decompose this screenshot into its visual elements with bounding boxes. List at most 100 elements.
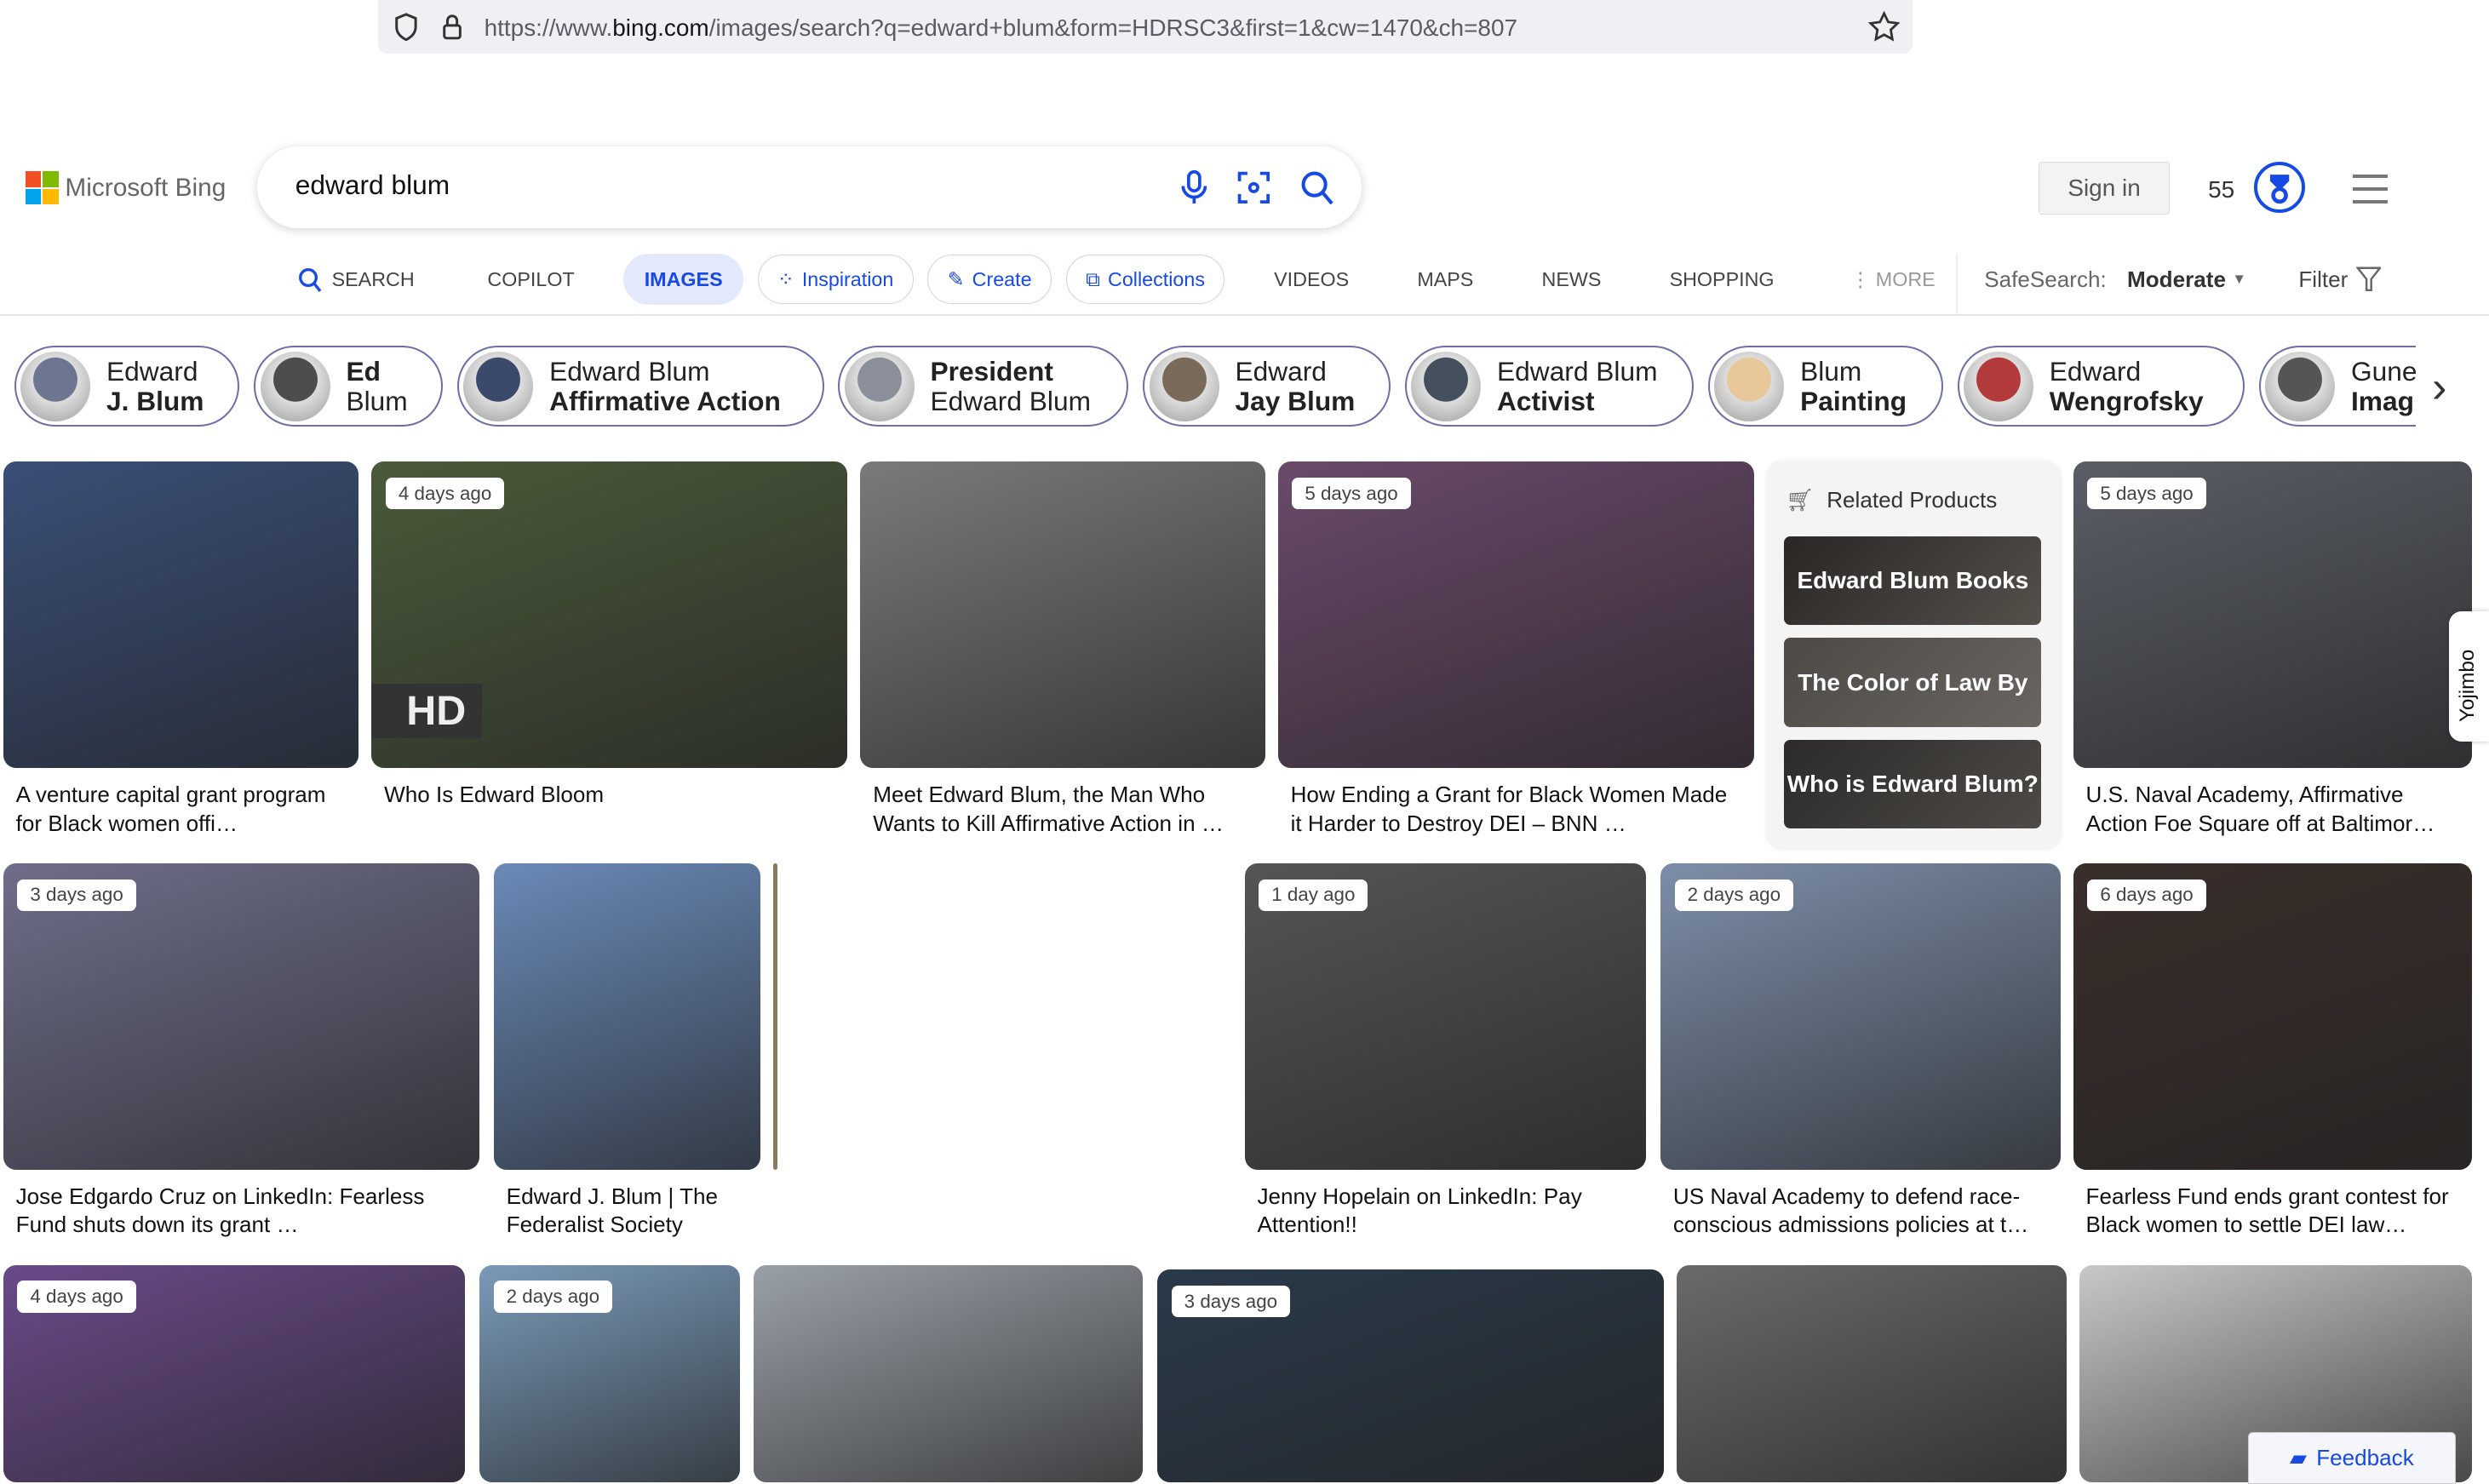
tab-images[interactable]: IMAGES — [623, 254, 743, 305]
chip-label-line2: Jay Blum — [1235, 387, 1355, 416]
create-icon: ✎ — [948, 268, 965, 291]
nav-divider — [1956, 254, 1958, 314]
image-caption[interactable]: Jenny Hopelain on LinkedIn: Pay Attentio… — [1257, 1183, 1633, 1240]
image-result[interactable] — [494, 863, 760, 1170]
inspiration-label: Inspiration — [802, 268, 894, 291]
more-label: MORE — [1876, 268, 1936, 290]
url-path: /images/search?q=edward+blum&form=HDRSC3… — [709, 14, 1517, 41]
visual-search-icon[interactable] — [1235, 169, 1273, 207]
more-menu[interactable]: ⋮ MORE — [1850, 268, 1936, 291]
image-result[interactable] — [860, 461, 1265, 768]
bing-logo[interactable]: Microsoft Bing — [26, 171, 226, 204]
image-result[interactable]: 5 days ago — [1278, 461, 1754, 768]
search-input[interactable] — [292, 169, 1124, 203]
image-result[interactable] — [754, 1265, 1143, 1482]
tab-copilot[interactable]: COPILOT — [487, 268, 574, 291]
related-search-chip[interactable]: EdBlum — [254, 346, 443, 427]
image-result[interactable]: 3 days ago — [3, 863, 479, 1170]
related-search-chip[interactable]: EdwardJ. Blum — [14, 346, 240, 427]
image-result[interactable] — [1677, 1265, 2067, 1482]
chip-label: PresidentEdward Blum — [931, 357, 1091, 417]
header-divider — [0, 314, 2489, 316]
feedback-icon: ▰ — [2290, 1445, 2307, 1471]
image-result[interactable] — [773, 863, 778, 1170]
chip-label: Edward BlumAffirmative Action — [549, 357, 781, 417]
date-badge: 4 days ago — [386, 478, 504, 509]
rewards-medal-icon[interactable] — [2254, 162, 2305, 213]
tab-shopping[interactable]: SHOPPING — [1670, 268, 1775, 291]
feedback-button[interactable]: ▰Feedback — [2248, 1432, 2456, 1484]
image-caption[interactable]: US Naval Academy to defend race-consciou… — [1673, 1183, 2048, 1240]
image-caption[interactable]: Jose Edgardo Cruz on LinkedIn: Fearless … — [16, 1183, 467, 1240]
logo-text: Microsoft Bing — [65, 174, 226, 203]
related-product-item[interactable]: Edward Blum Books — [1784, 536, 2041, 625]
chip-label-line1: Blum — [1800, 357, 1907, 387]
search-icon[interactable] — [1299, 169, 1337, 207]
filter-button[interactable]: Filter — [2298, 254, 2381, 305]
inspiration-button[interactable]: ⁘Inspiration — [758, 255, 914, 304]
related-search-chip[interactable]: PresidentEdward Blum — [838, 346, 1128, 427]
filter-label: Filter — [2298, 266, 2348, 293]
image-caption[interactable]: Fearless Fund ends grant contest for Bla… — [2086, 1183, 2459, 1240]
chip-label-line2: Activist — [1497, 387, 1657, 416]
image-result[interactable]: 3 days ago — [1157, 1269, 1664, 1482]
tab-search[interactable]: SEARCH — [297, 266, 415, 292]
sign-in-button[interactable]: Sign in — [2039, 162, 2171, 215]
chip-thumbnail — [1411, 352, 1481, 421]
safesearch-dropdown[interactable]: SafeSearch: Moderate ▼ — [1984, 254, 2246, 305]
lock-icon[interactable] — [441, 13, 463, 49]
related-search-chip[interactable]: Edward BlumAffirmative Action — [457, 346, 824, 427]
chip-label: BlumPainting — [1800, 357, 1907, 417]
url-text[interactable]: https://www.bing.com/images/search?q=edw… — [485, 14, 1517, 42]
tab-news[interactable]: NEWS — [1542, 268, 1602, 291]
chip-label: EdwardWengrofsky — [2050, 357, 2204, 417]
image-result[interactable]: 2 days ago — [1660, 863, 2061, 1170]
filter-funnel-icon — [2356, 265, 2382, 294]
hamburger-menu-icon[interactable] — [2353, 175, 2388, 213]
search-box[interactable] — [257, 146, 1362, 229]
chip-label-line2: Painting — [1800, 387, 1907, 416]
image-caption[interactable]: Meet Edward Blum, the Man Who Wants to K… — [873, 781, 1253, 838]
microphone-icon[interactable] — [1175, 169, 1213, 207]
rewards-points[interactable]: 55 — [2208, 176, 2234, 203]
chip-label-line2: J. Blum — [106, 387, 204, 416]
related-search-chip[interactable]: GuneImag — [2259, 346, 2417, 427]
chip-thumbnail — [463, 352, 533, 421]
chip-label: EdBlum — [347, 357, 408, 417]
related-search-chip[interactable]: Edward BlumActivist — [1405, 346, 1694, 427]
shield-icon[interactable] — [393, 13, 419, 49]
related-product-item[interactable]: Who is Edward Blum? — [1784, 740, 2041, 828]
image-result[interactable]: 2 days ago — [479, 1265, 740, 1482]
image-result[interactable]: 6 days ago — [2073, 863, 2472, 1170]
date-badge: 2 days ago — [494, 1281, 612, 1312]
related-search-chip[interactable]: EdwardJay Blum — [1143, 346, 1391, 427]
related-search-chip[interactable]: EdwardWengrofsky — [1958, 346, 2245, 427]
image-result[interactable] — [3, 461, 359, 768]
tab-videos[interactable]: VIDEOS — [1274, 268, 1349, 291]
image-result[interactable]: 5 days ago — [2073, 461, 2472, 768]
carousel-next-chevron-icon[interactable]: › — [2432, 362, 2446, 413]
image-caption[interactable]: Who Is Edward Bloom — [384, 781, 834, 810]
image-caption[interactable]: U.S. Naval Academy, Affirmative Action F… — [2086, 781, 2459, 838]
date-badge: 3 days ago — [17, 880, 135, 911]
tab-maps[interactable]: MAPS — [1417, 268, 1473, 291]
image-caption[interactable]: A venture capital grant program for Blac… — [16, 781, 347, 838]
date-badge: 2 days ago — [1675, 880, 1793, 911]
chip-label-line2: Affirmative Action — [549, 387, 781, 416]
bookmark-star-icon[interactable] — [1868, 11, 1900, 49]
date-badge: 1 day ago — [1259, 880, 1368, 911]
image-result[interactable]: 4 days ago — [3, 1265, 465, 1482]
date-badge: 4 days ago — [17, 1281, 135, 1312]
image-result[interactable]: 4 days agoHD — [371, 461, 847, 768]
date-badge: 3 days ago — [1172, 1286, 1290, 1317]
image-result[interactable]: 1 day ago — [1245, 863, 1647, 1170]
related-search-chip[interactable]: BlumPainting — [1708, 346, 1943, 427]
yojimbo-side-tab[interactable]: Yojimbo — [2449, 611, 2489, 742]
chip-thumbnail — [1150, 352, 1219, 421]
collections-button[interactable]: ⧉Collections — [1066, 255, 1225, 304]
image-caption[interactable]: Edward J. Blum | The Federalist Society — [507, 1183, 748, 1240]
related-product-item[interactable]: The Color of Law By — [1784, 638, 2041, 726]
image-caption[interactable]: How Ending a Grant for Black Women Made … — [1291, 781, 1741, 838]
url-domain: bing.com — [612, 14, 708, 41]
create-button[interactable]: ✎Create — [927, 255, 1052, 304]
